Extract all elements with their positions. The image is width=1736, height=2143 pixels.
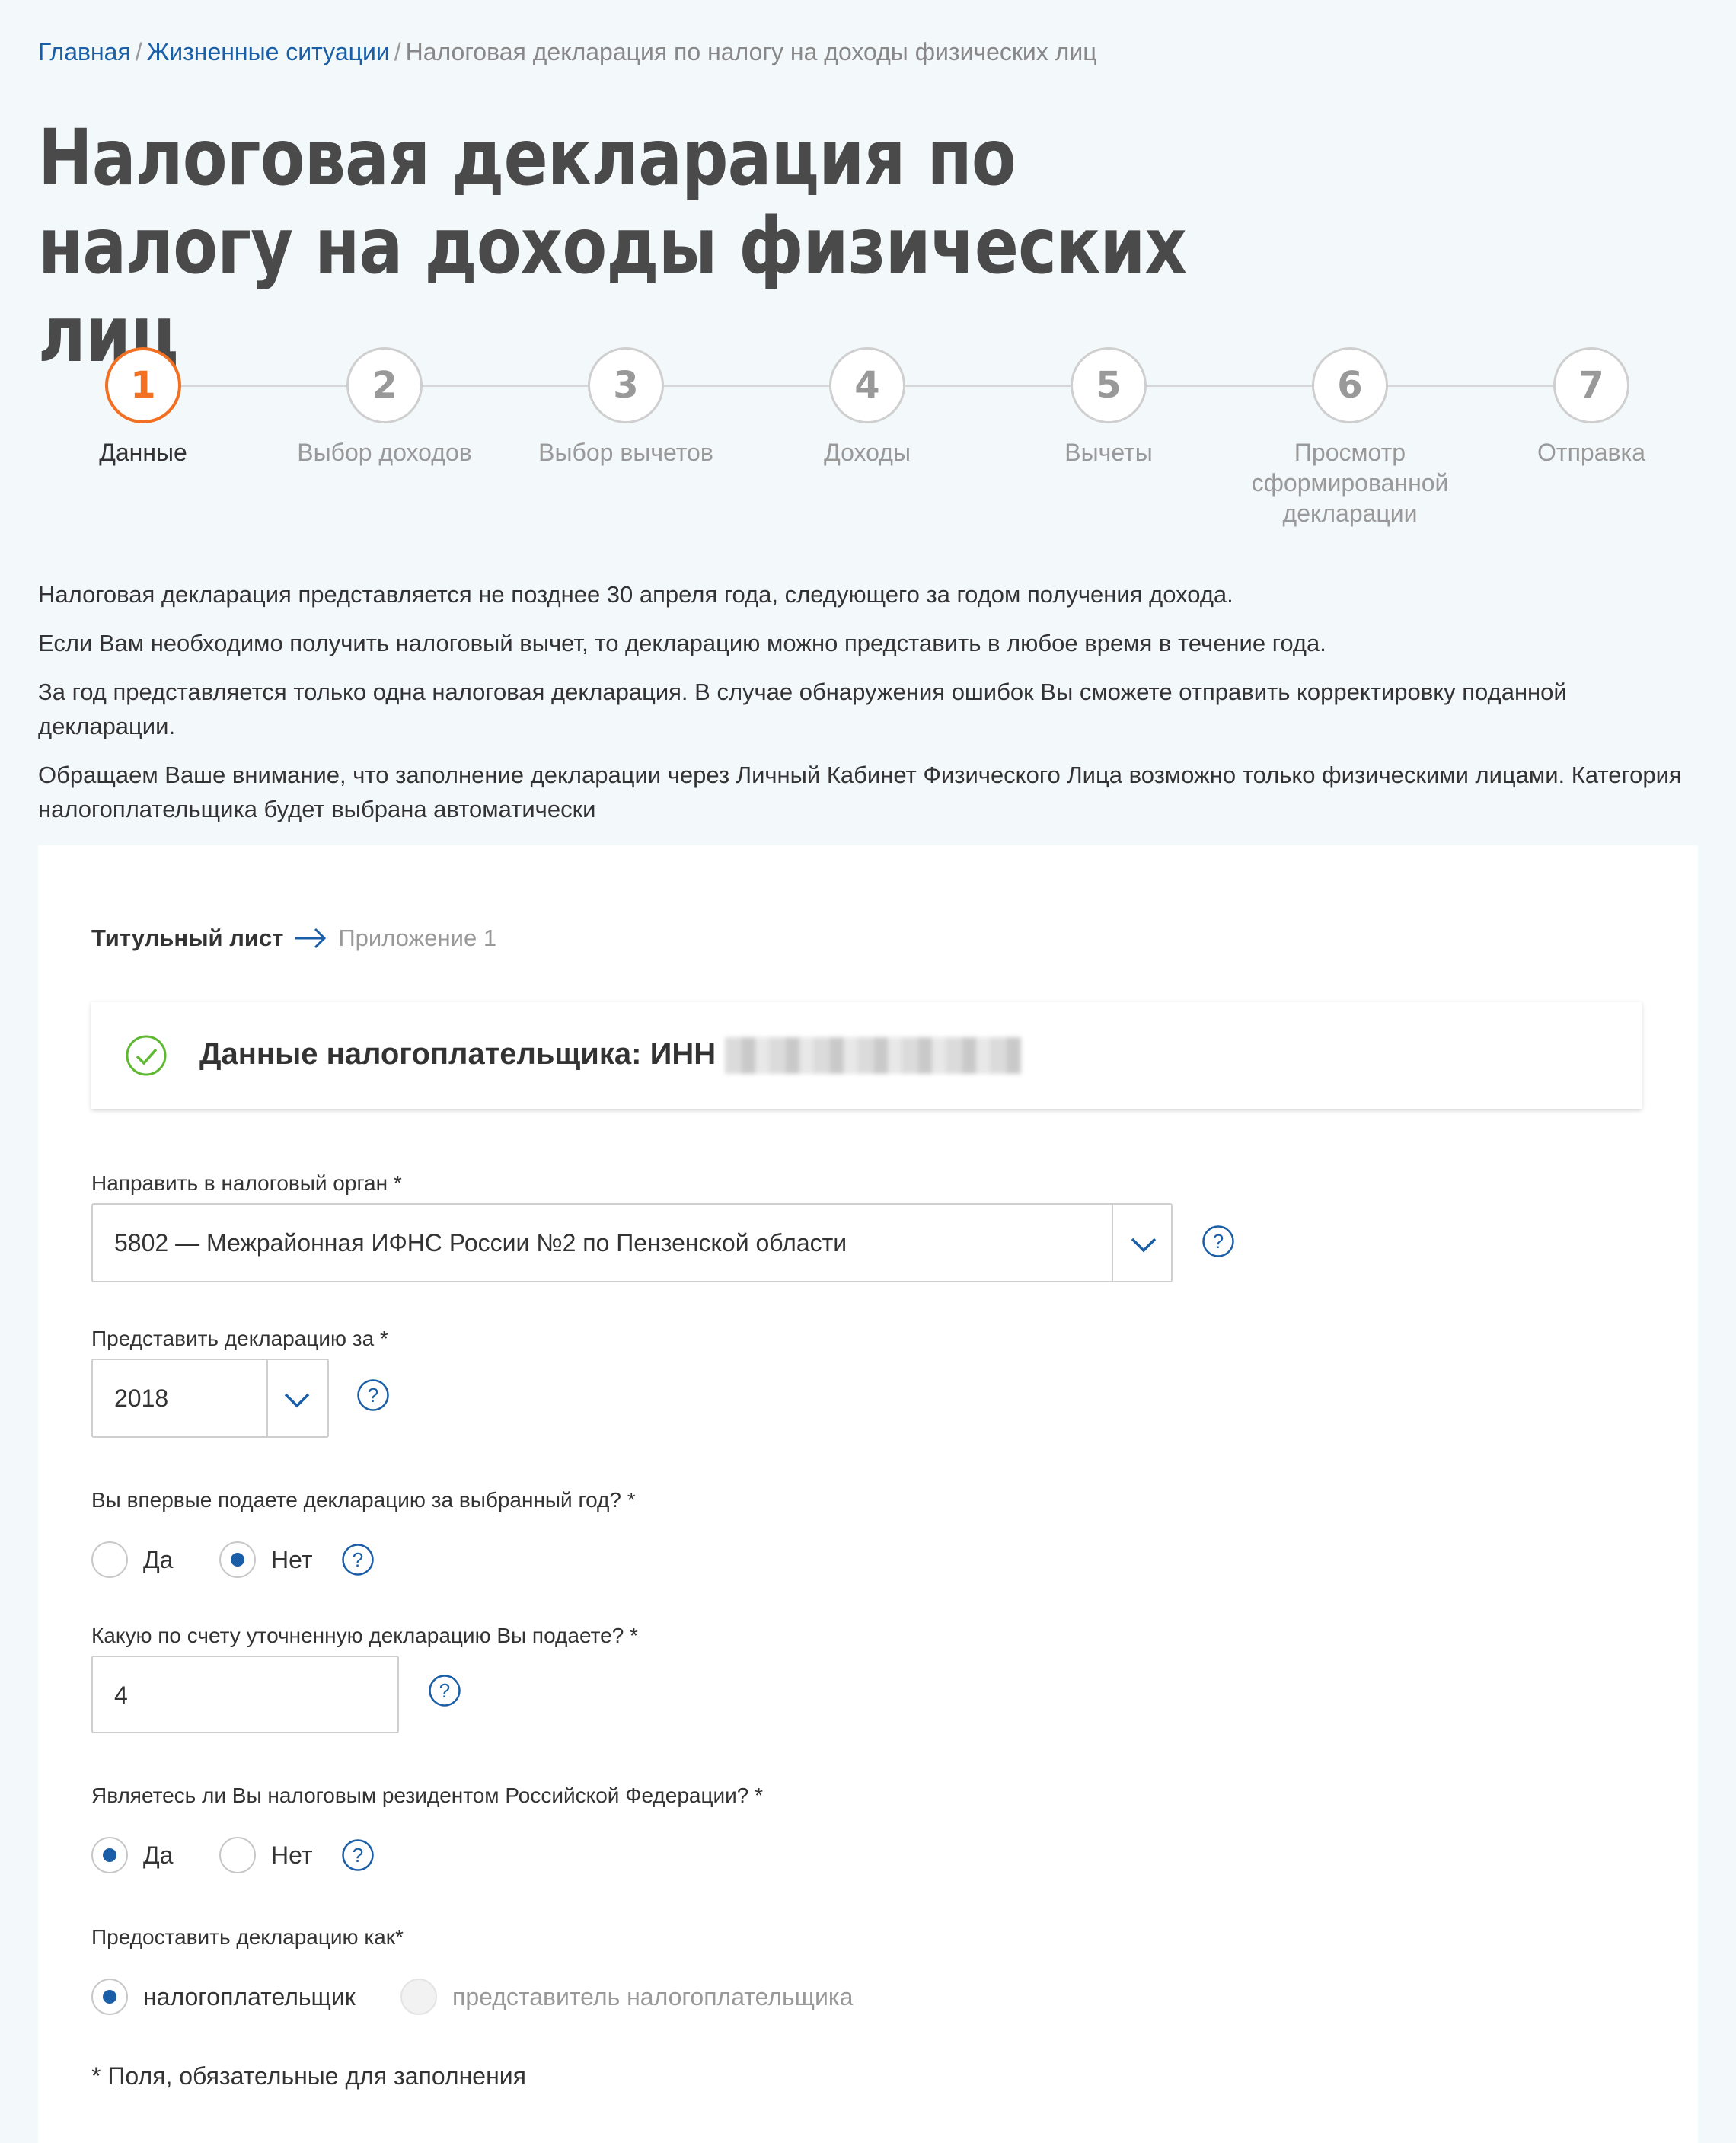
breadcrumb: Главная / Жизненные ситуации / Налоговая дек… [38,38,1097,66]
step-4: 4 Доходы [753,347,981,468]
submit-as-representative-label: представитель налогоплательщика [452,1983,854,2010]
svg-text:?: ? [353,1844,363,1867]
step-number: 3 [588,347,664,423]
step-number: 6 [1312,347,1388,423]
correction-number-value: 4 [114,1682,128,1709]
first-time-no-label[interactable]: Нет [271,1546,313,1574]
resident-no-label[interactable]: Нет [271,1841,313,1870]
help-icon[interactable]: ? [341,1838,375,1872]
step-label: Доходы [824,439,911,466]
chevron-down-icon [1131,1238,1157,1253]
step-label: Вычеты [1064,439,1153,466]
svg-text:?: ? [1213,1230,1224,1253]
step-label: Отправка [1537,439,1645,466]
help-icon[interactable]: ? [341,1543,375,1576]
resident-yes-label[interactable]: Да [143,1841,173,1870]
first-time-yes-label[interactable]: Да [143,1546,173,1574]
step-label: Данные [99,439,187,466]
step-3: 3 Выбор вычетов [512,347,740,468]
first-time-no-radio[interactable] [219,1541,256,1578]
step-number: 1 [105,347,181,423]
breadcrumb-current: Налоговая декларация по налогу на доходы… [405,38,1097,65]
inn-redacted [725,1037,1022,1074]
year-select[interactable]: 2018 [91,1359,329,1438]
step-6: 6 Просмотр сформированной декларации [1236,347,1464,529]
resident-label: Являетесь ли Вы налоговым резидентом Рос… [91,1784,764,1807]
correction-number-input[interactable]: 4 [91,1656,399,1733]
subnav-next[interactable]: Приложение 1 [338,925,496,952]
step-label: Выбор вычетов [538,439,713,466]
form-subnav: Титульный лист Приложение 1 [91,925,496,952]
step-5: 5 Вычеты [994,347,1223,468]
step-label: Просмотр сформированной декларации [1251,439,1449,527]
first-time-yes-radio[interactable] [91,1541,128,1578]
select-divider [1112,1205,1113,1281]
submit-as-label: Предоставить декларацию как* [91,1925,404,1949]
breadcrumb-home-link[interactable]: Главная [38,38,131,65]
svg-text:?: ? [368,1384,378,1407]
check-circle-icon [126,1035,167,1076]
submit-as-representative-radio [400,1979,437,2015]
taxpayer-title: Данные налогоплательщика: ИНН [199,1037,716,1071]
breadcrumb-separator: / [394,38,401,65]
taxpayer-card: Данные налогоплательщика: ИНН [91,1002,1642,1109]
help-icon[interactable]: ? [428,1674,461,1707]
year-value: 2018 [114,1384,169,1412]
resident-yes-radio[interactable] [91,1837,128,1873]
required-fields-note: * Поля, обязательные для заполнения [91,2062,526,2090]
info-paragraph: Налоговая декларация представляется не п… [38,581,1233,608]
correction-number-label: Какую по счету уточненную декларацию Вы … [91,1624,638,1647]
arrow-right-icon [295,928,327,949]
year-label: Представить декларацию за * [91,1327,388,1350]
help-icon[interactable]: ? [356,1378,390,1412]
tax-authority-value: 5802 — Межрайонная ИФНС России №2 по Пен… [114,1229,847,1257]
info-paragraph: За год представляется только одна налого… [38,679,1567,739]
select-divider [266,1360,268,1436]
breadcrumb-separator: / [135,38,142,65]
first-time-label: Вы впервые подаете декларацию за выбранн… [91,1488,636,1512]
step-1: 1 Данные [29,347,257,468]
step-label: Выбор доходов [297,439,472,466]
chevron-down-icon [284,1393,310,1408]
svg-text:?: ? [353,1548,363,1571]
resident-no-radio[interactable] [219,1837,256,1873]
submit-as-taxpayer-label[interactable]: налогоплательщик [143,1983,356,2011]
step-number: 7 [1553,347,1629,423]
info-paragraph: Обращаем Ваше внимание, что заполнение д… [38,762,1682,822]
tax-authority-label: Направить в налоговый орган * [91,1171,402,1195]
svg-text:?: ? [439,1679,450,1702]
submit-as-taxpayer-radio[interactable] [91,1979,128,2015]
tax-authority-select[interactable]: 5802 — Межрайонная ИФНС России №2 по Пен… [91,1203,1173,1282]
help-icon[interactable]: ? [1201,1225,1235,1258]
info-paragraph: Если Вам необходимо получить налоговый в… [38,630,1326,656]
breadcrumb-section-link[interactable]: Жизненные ситуации [147,38,390,65]
step-number: 5 [1071,347,1147,423]
step-number: 2 [346,347,423,423]
step-2: 2 Выбор доходов [270,347,499,468]
subnav-current: Титульный лист [91,925,284,951]
step-number: 4 [829,347,905,423]
step-7: 7 Отправка [1477,347,1706,468]
page-title: Налоговая декларация по налогу на доходы… [38,113,1187,380]
